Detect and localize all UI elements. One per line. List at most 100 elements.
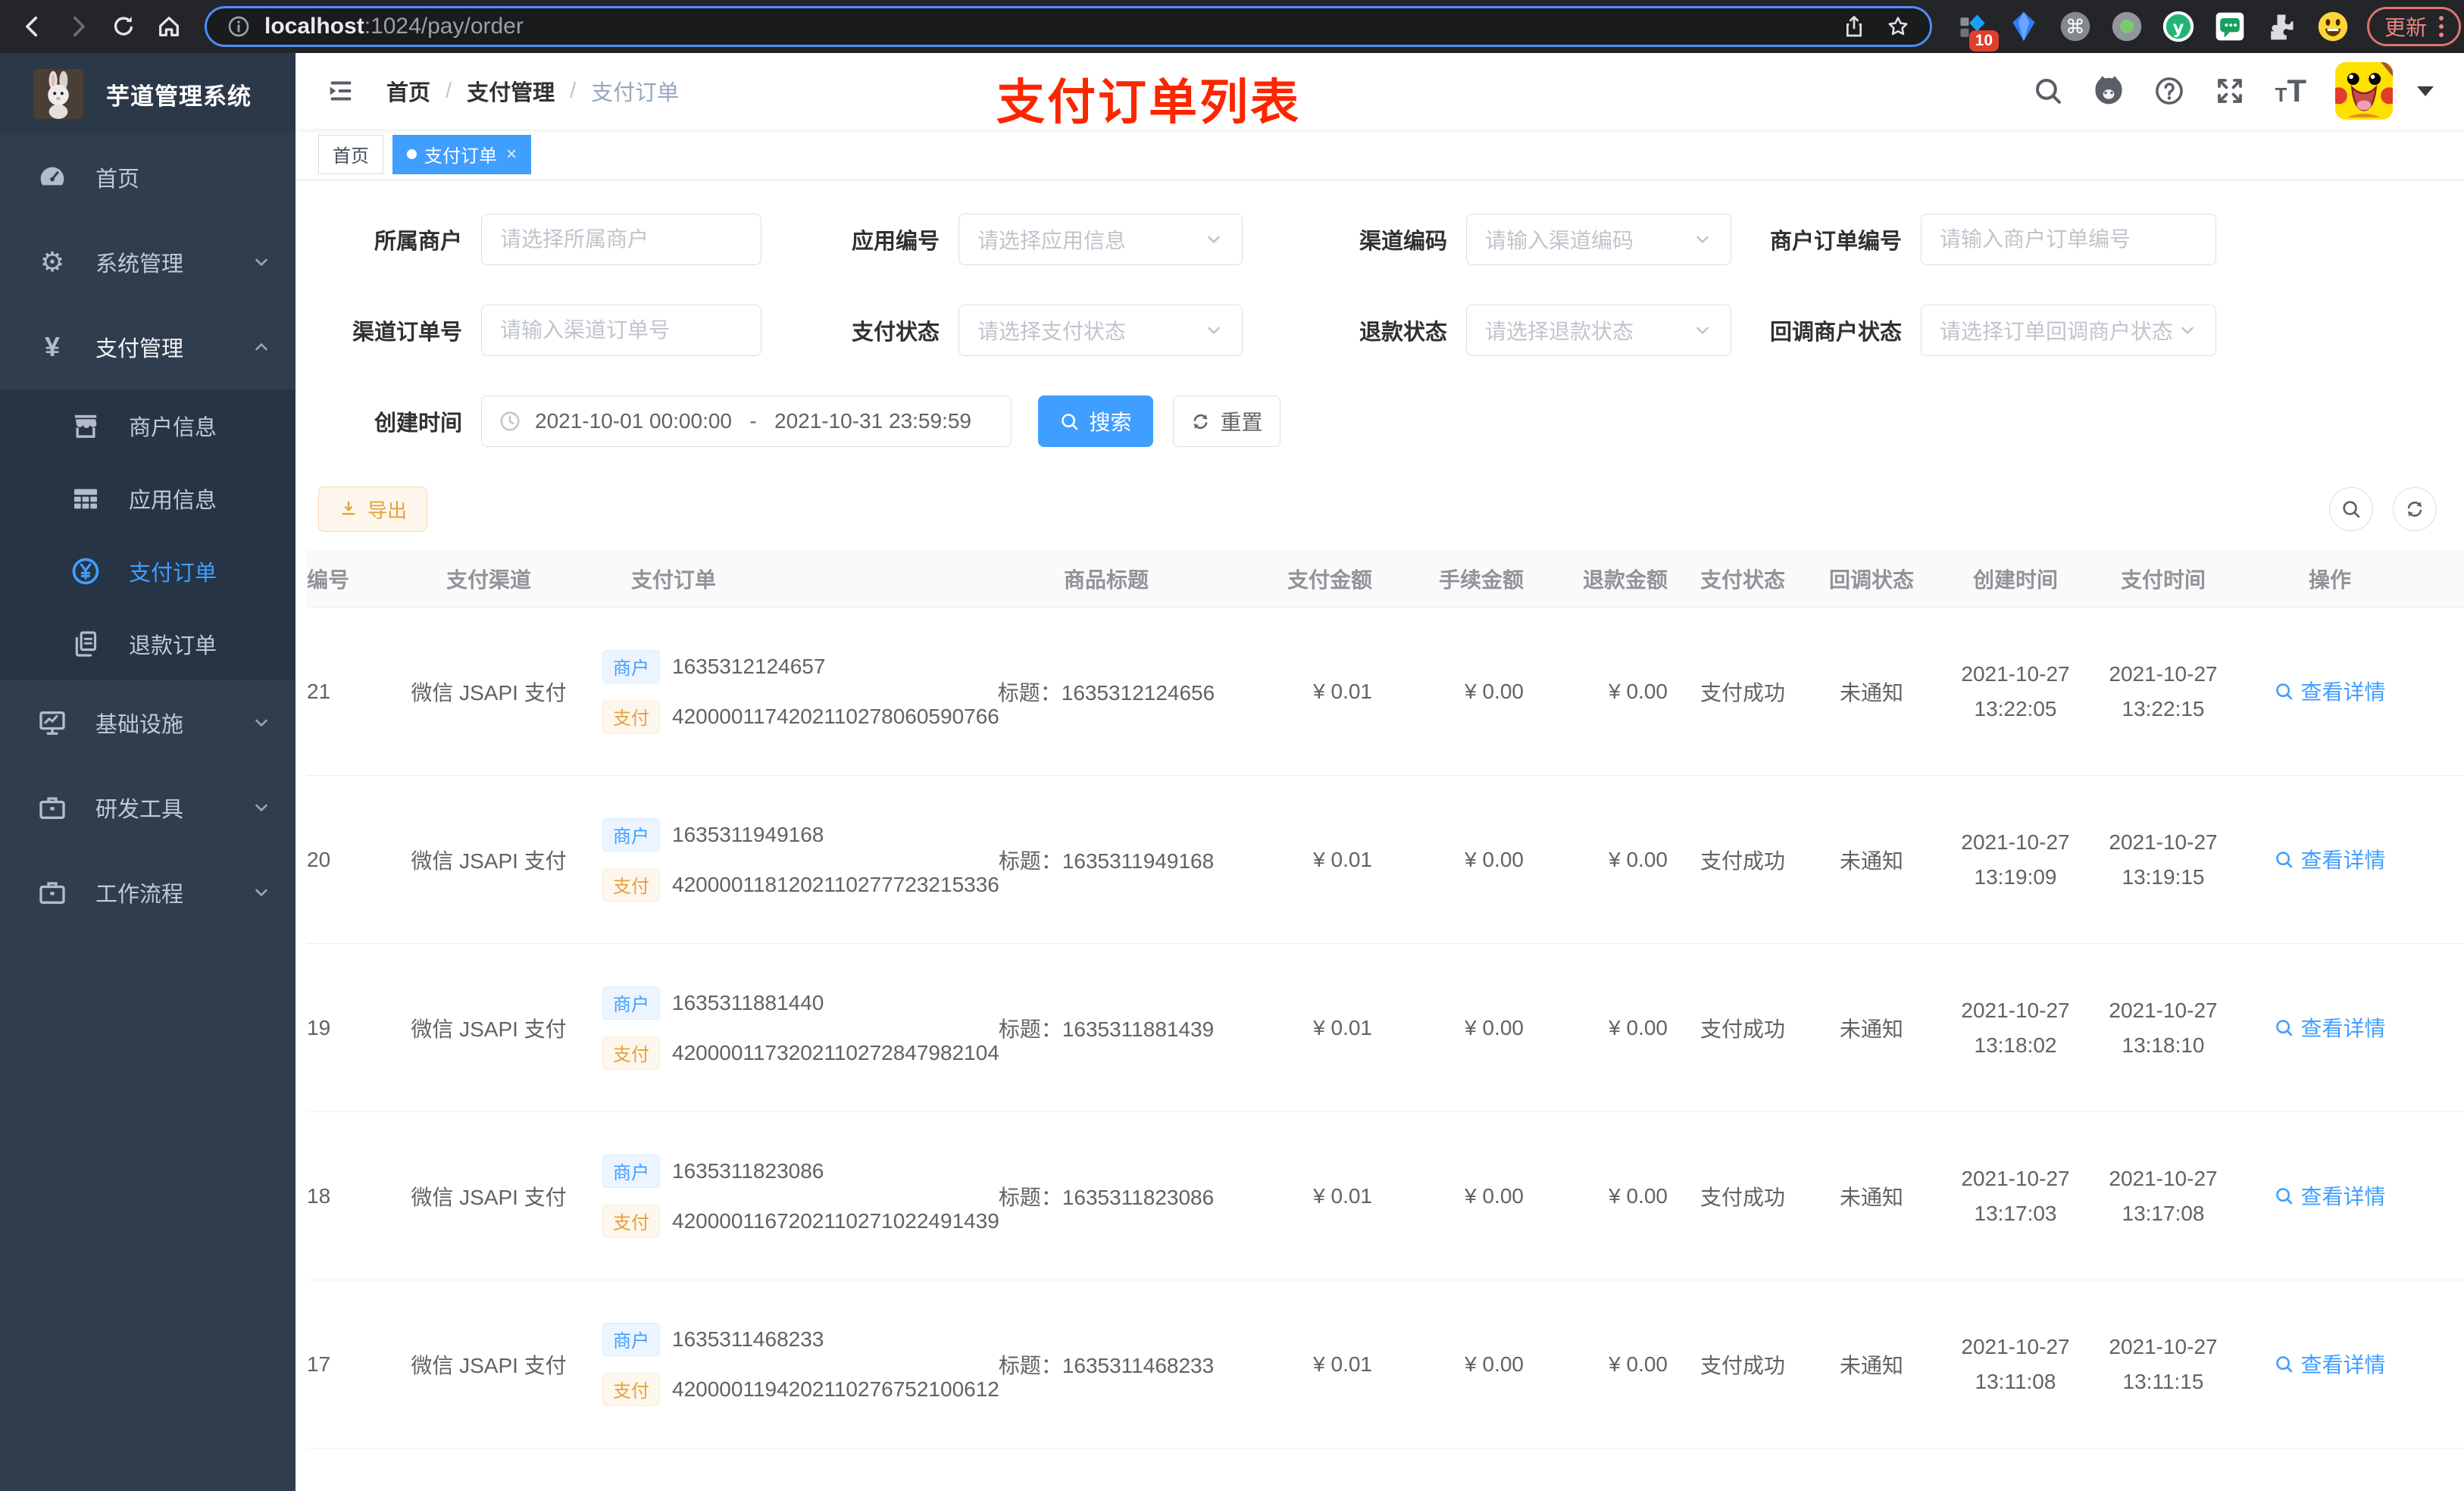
cell-amount: ¥ 0.01 [1313,1352,1372,1376]
channel-code-select[interactable]: 请输入渠道编码 [1466,214,1731,265]
notify-status-select[interactable]: 请选择订单回调商户状态 [1921,305,2216,356]
app-select[interactable]: 请选择应用信息 [958,214,1243,265]
view-detail-link[interactable]: 查看详情 [2274,844,2386,874]
browser-menu-icon[interactable] [2439,16,2444,37]
sidebar-item-workflow[interactable]: 工作流程 [0,850,295,935]
cell-id: 19 [307,1015,331,1039]
cell-status: 支付成功 [1699,1353,1785,1377]
close-icon[interactable]: × [506,144,517,165]
fullscreen-icon[interactable] [2214,75,2246,107]
extension-emoji-icon[interactable] [2311,5,2355,48]
bookmark-star-icon[interactable] [1886,14,1910,39]
browser-home-button[interactable] [149,6,189,47]
view-detail-link[interactable]: 查看详情 [2274,1349,2386,1379]
extension-y-logo-icon[interactable] [2156,5,2200,48]
show-search-button[interactable] [2329,487,2373,531]
chevron-down-icon [252,798,271,817]
extension-command-icon[interactable] [2053,5,2097,48]
extension-password-icon[interactable]: 10 [1950,5,1999,52]
reset-button[interactable]: 重置 [1173,395,1280,447]
pay-order-table: 编号 支付渠道 支付订单 商品标题 支付金额 手续金额 退款金额 支付状态 回调… [307,550,2464,1491]
browser-forward-button[interactable] [58,6,98,47]
table-row: 19 微信 JSAPI 支付 商户 1635311881440 支付 42000… [307,944,2464,1112]
sidebar-item-merchant-info[interactable]: 商户信息 [0,389,295,462]
sidebar-item-refund-order[interactable]: 退款订单 [0,608,295,680]
extension-gem-icon[interactable] [2002,5,2046,48]
sidebar-item-home[interactable]: 首页 [0,135,295,220]
cell-title: 标题：1635311468233 [998,1353,1215,1377]
refresh-table-button[interactable] [2393,487,2437,531]
top-navbar: 首页 / 支付管理 / 支付订单 支付订单列表 TT [295,53,2464,130]
tab-pay-order[interactable]: 支付订单 × [392,134,532,174]
browser-update-button[interactable]: 更新 [2367,7,2462,46]
channel-order-no-input[interactable] [481,305,761,356]
search-button[interactable]: 搜索 [1038,395,1153,447]
store-icon [68,411,103,441]
table-row: 18 微信 JSAPI 支付 商户 1635311823086 支付 42000… [307,1112,2464,1280]
sidebar-item-label: 支付订单 [129,561,217,586]
refund-status-select[interactable]: 请选择退款状态 [1466,305,1731,356]
browser-reload-button[interactable] [103,6,144,47]
merchant-input[interactable] [481,214,761,265]
avatar-caret-icon[interactable] [2417,86,2434,96]
tab-home[interactable]: 首页 [318,134,383,174]
view-detail-link[interactable]: 查看详情 [2274,1012,2386,1042]
pay-order-number: 4200001174202110278060590766 [672,704,999,728]
breadcrumb-home[interactable]: 首页 [386,75,430,107]
export-button[interactable]: 导出 [318,486,428,532]
extension-chat-icon[interactable] [2208,5,2252,48]
col-order: 支付订单 [631,567,717,592]
help-icon[interactable] [2153,75,2185,107]
site-info-icon[interactable] [227,14,251,39]
merchant-order-no-input[interactable] [1921,214,2216,265]
cell-channel: 微信 JSAPI 支付 [411,1353,567,1377]
create-time-range-input[interactable]: 2021-10-01 00:00:00 - 2021-10-31 23:59:5… [481,395,1012,447]
extensions-puzzle-icon[interactable] [2259,5,2303,48]
breadcrumb-pay-mgmt[interactable]: 支付管理 [467,75,555,107]
cell-created-time: 2021-10-27 13:18:02 [1961,998,2070,1057]
sidebar-item-pay-order[interactable]: 支付订单 [0,535,295,608]
github-icon[interactable] [2093,75,2125,107]
filter-label: 支付状态 [851,320,940,345]
avatar[interactable] [2335,62,2393,120]
sidebar-item-app-info[interactable]: 应用信息 [0,462,295,535]
sidebar-item-label: 退款订单 [129,634,217,658]
sidebar-item-payment[interactable]: ¥ 支付管理 [0,305,295,389]
pay-order-number: 4200001194202110276752100612 [672,1377,999,1401]
browser-back-button[interactable] [12,6,53,47]
chevron-down-icon [2178,320,2197,340]
cell-order: 商户 1635311823086 支付 42000011672021102710… [602,1154,999,1238]
filter-label: 商户订单编号 [1769,230,1902,254]
pay-status-select[interactable]: 请选择支付状态 [958,305,1243,356]
cell-notify: 未通知 [1839,680,1903,705]
table-row: 商户 1635311351726 支付 查看详情 [307,1449,2464,1491]
search-icon[interactable] [2032,75,2064,107]
chevron-up-icon [252,337,271,357]
cell-fee: ¥ 0.00 [1465,847,1524,871]
share-icon[interactable] [1842,14,1866,39]
grid-icon [68,483,103,514]
address-bar[interactable]: localhost:1024/pay/order [205,6,1932,47]
sidebar-item-system[interactable]: ⚙ 系统管理 [0,220,295,305]
cell-order: 商户 1635311468233 支付 42000011942021102767… [602,1322,999,1406]
cell-channel: 微信 JSAPI 支付 [411,849,567,873]
cell-notify: 未通知 [1839,849,1903,873]
sidebar-item-dev-tools[interactable]: 研发工具 [0,765,295,850]
cell-id: 17 [307,1352,331,1376]
extension-recorder-icon[interactable] [2105,5,2149,48]
cell-amount: ¥ 0.01 [1313,847,1372,871]
active-dot-icon [407,149,417,159]
app-logo[interactable]: 芋道管理系统 [0,53,295,135]
view-detail-link[interactable]: 查看详情 [2274,1180,2386,1211]
download-icon [339,499,358,519]
sidebar-item-infrastructure[interactable]: 基础设施 [0,680,295,765]
cell-notify: 未通知 [1839,1017,1903,1041]
col-amount: 支付金额 [1287,567,1372,592]
breadcrumb-pay-order: 支付订单 [591,81,680,105]
logo-image [33,69,83,119]
sidebar-toggle-icon[interactable] [326,76,356,106]
cell-created-time: 2021-10-27 13:11:08 [1961,1334,2070,1393]
font-size-icon[interactable]: TT [2275,75,2306,107]
chevron-down-icon [252,883,271,902]
view-detail-link[interactable]: 查看详情 [2274,676,2386,706]
